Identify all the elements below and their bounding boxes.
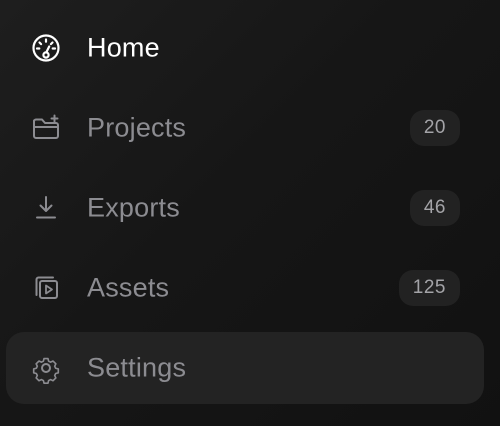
sidebar-item-home[interactable]: Home (6, 12, 484, 84)
download-icon (30, 192, 62, 224)
sidebar-item-label: Projects (87, 112, 187, 143)
gauge-icon (30, 32, 62, 64)
media-stack-icon (30, 272, 62, 304)
count-badge: 20 (409, 110, 460, 146)
count-badge: 46 (409, 190, 460, 226)
sidebar-item-assets[interactable]: Assets 125 (6, 252, 484, 324)
sidebar-item-projects[interactable]: Projects 20 (6, 92, 484, 164)
gear-icon (30, 352, 62, 384)
sidebar-item-label: Exports (87, 192, 180, 223)
sidebar-item-exports[interactable]: Exports 46 (6, 172, 484, 244)
sidebar-item-label: Settings (87, 352, 187, 383)
folder-plus-icon (30, 112, 62, 144)
sidebar-item-label: Assets (87, 272, 170, 303)
sidebar-item-label: Home (87, 32, 160, 63)
sidebar-nav: Home Projects 20 Exports 46 Assets 125 S… (0, 0, 500, 426)
sidebar-item-settings[interactable]: Settings (6, 332, 484, 404)
count-badge: 125 (398, 270, 460, 306)
